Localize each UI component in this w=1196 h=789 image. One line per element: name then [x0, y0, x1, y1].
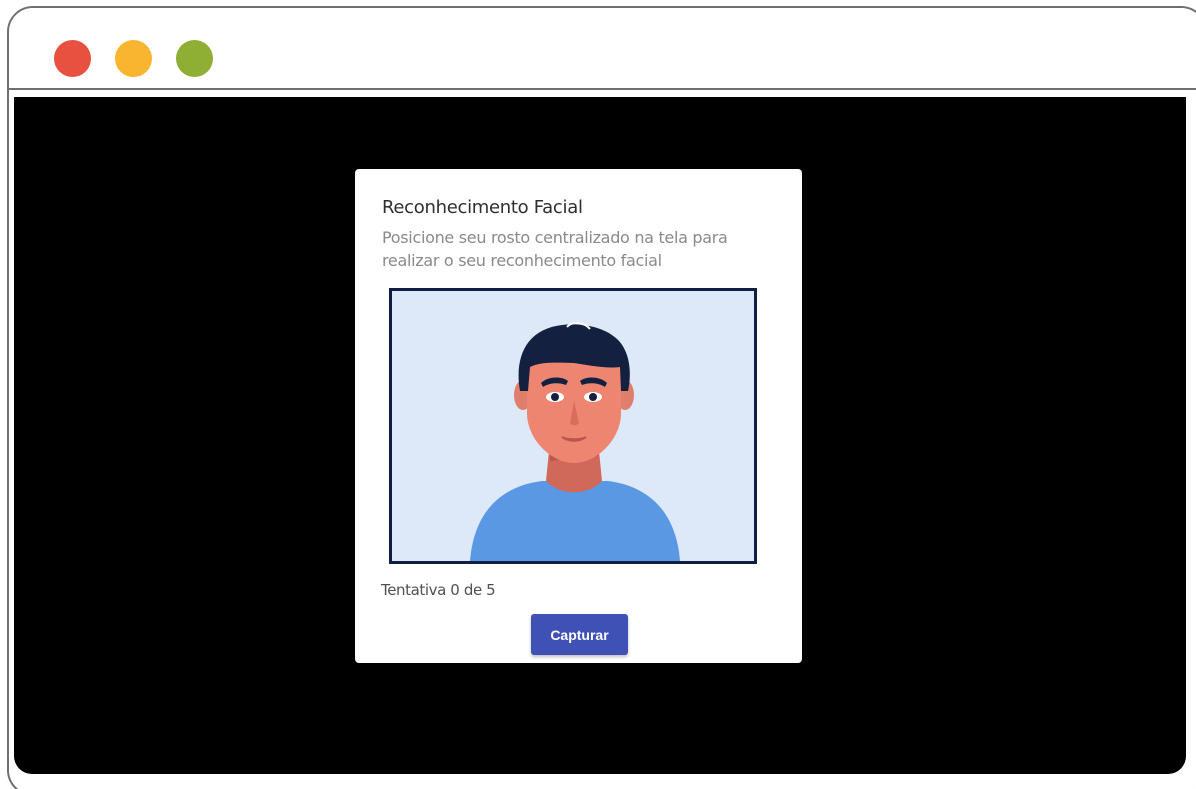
window-titlebar [9, 8, 1196, 90]
attempt-counter: Tentativa 0 de 5 [381, 581, 496, 599]
camera-preview [389, 288, 757, 564]
capture-button[interactable]: Capturar [531, 614, 628, 655]
modal-title: Reconhecimento Facial [382, 197, 583, 218]
modal-subtitle: Posicione seu rosto centralizado na tela… [382, 228, 728, 270]
shirt-shape [470, 481, 680, 561]
minimize-window-dot[interactable] [115, 40, 152, 77]
maximize-window-dot[interactable] [176, 40, 213, 77]
close-window-dot[interactable] [54, 40, 91, 77]
face-illustration [470, 322, 680, 561]
app-viewport: Reconhecimento Facial Posicione seu rost… [14, 97, 1186, 774]
facial-recognition-modal: Reconhecimento Facial Posicione seu rost… [355, 169, 802, 663]
